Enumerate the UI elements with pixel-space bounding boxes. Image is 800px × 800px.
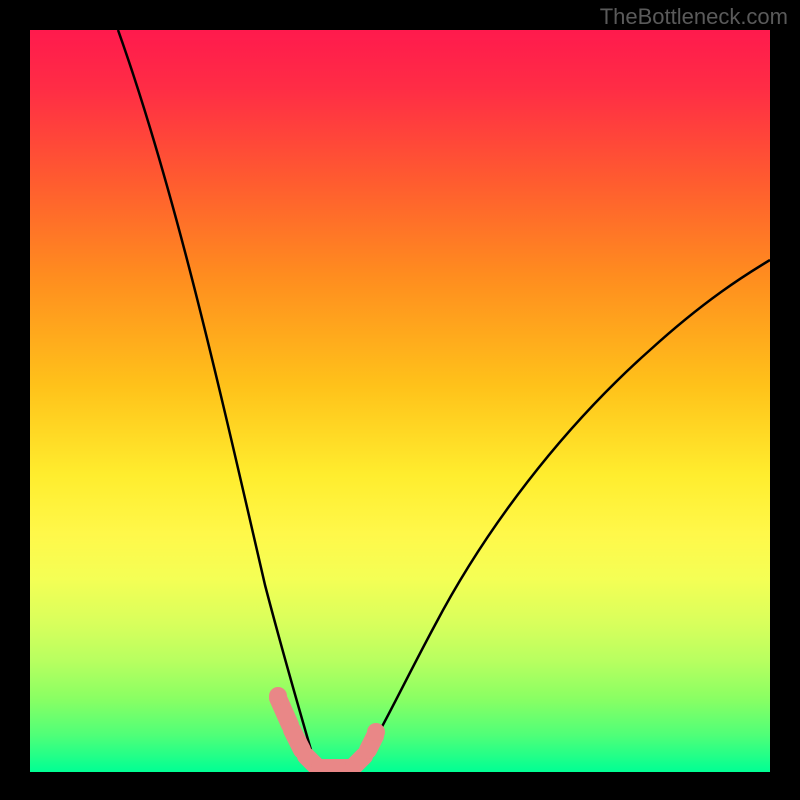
marker-dot	[269, 687, 287, 705]
curves-layer	[30, 30, 770, 772]
marker-seg	[292, 730, 302, 750]
marker-dot	[367, 723, 385, 741]
left-curve	[118, 30, 316, 766]
marker-group	[278, 698, 375, 768]
plot-area	[30, 30, 770, 772]
marker-seg	[354, 756, 364, 766]
chart-container: TheBottleneck.com	[0, 0, 800, 800]
right-curve	[358, 260, 770, 766]
watermark-text: TheBottleneck.com	[600, 4, 788, 30]
